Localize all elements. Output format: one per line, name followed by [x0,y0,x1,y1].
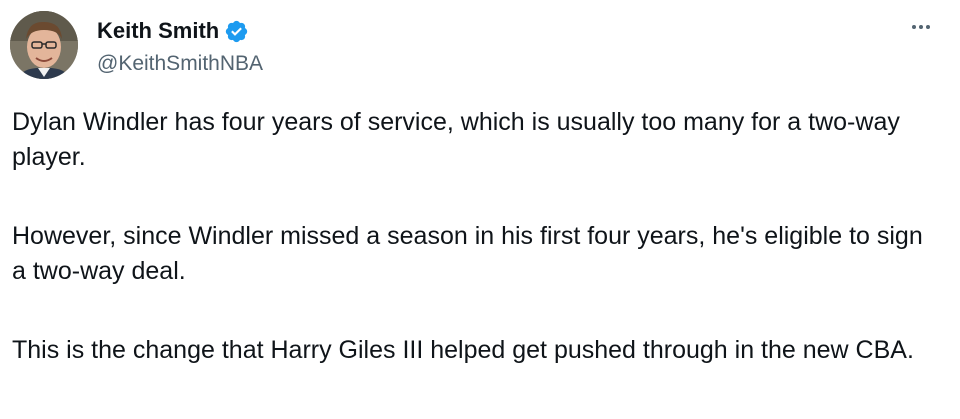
tweet-paragraph: This is the change that Harry Giles III … [12,336,914,364]
author-display-name[interactable]: Keith Smith [97,16,219,46]
avatar-image [10,11,78,79]
tweet-text: Dylan Windler has four years of service,… [12,105,942,412]
tweet-paragraph: However, since Windler missed a season i… [12,222,923,285]
avatar[interactable] [10,11,78,79]
verified-badge-icon [224,19,249,44]
more-dot [919,25,923,29]
tweet-paragraph: Dylan Windler has four years of service,… [12,108,900,171]
author-name-row[interactable]: Keith Smith [97,16,249,46]
more-dot [926,25,930,29]
tweet-card: Keith Smith @KeithSmithNBA Dylan Windler… [0,0,960,419]
more-dot [912,25,916,29]
more-options-button[interactable] [906,14,936,40]
author-handle[interactable]: @KeithSmithNBA [97,50,263,78]
